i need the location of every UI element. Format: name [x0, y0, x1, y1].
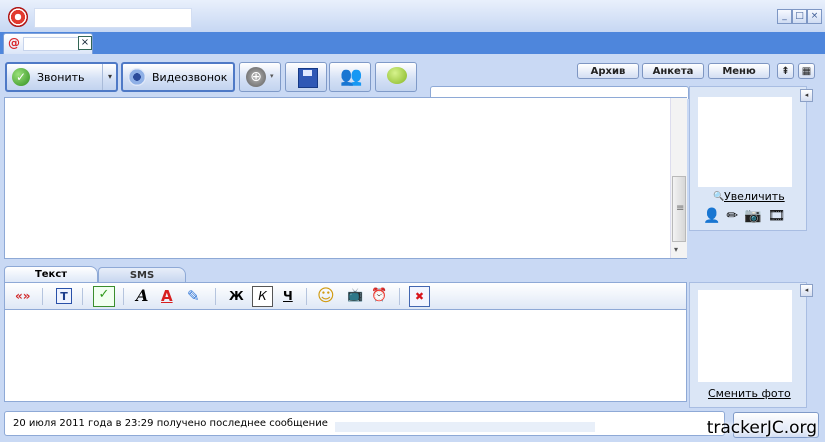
collapse-photo-panel-icon[interactable]: ◂ — [800, 284, 813, 297]
close-tab-icon[interactable]: × — [78, 36, 92, 50]
spellcheck-icon[interactable]: ✓ — [93, 286, 115, 307]
format-toolbar: «» T ✓ A A ✎ Ж К Ч ☺ 📺 ⏰ ✖ — [4, 282, 687, 310]
contact-tab[interactable]: @ × — [3, 33, 93, 54]
users-icon: 👥 — [340, 66, 363, 87]
status-bar: 20 июля 2011 года в 23:29 получено после… — [4, 411, 725, 436]
alarm-clock-icon[interactable]: ⏰ — [371, 288, 387, 304]
translit-icon[interactable]: T — [56, 288, 72, 304]
close-window-button[interactable]: × — [807, 9, 822, 24]
save-history-button[interactable] — [285, 62, 327, 92]
highlight-icon[interactable]: ✎ — [187, 288, 200, 304]
contact-avatar — [698, 97, 792, 187]
status-globe-button[interactable]: ⊕ ▾ — [239, 62, 281, 92]
italic-button[interactable]: К — [252, 286, 273, 307]
toolbar-divider — [42, 288, 43, 305]
font-face-icon[interactable]: A — [136, 288, 148, 304]
toolbar-divider — [82, 288, 83, 305]
change-photo-link[interactable]: Сменить фото — [708, 387, 791, 400]
video-call-label: Видеозвонок — [152, 71, 228, 84]
profile-button[interactable]: Анкета — [642, 63, 704, 79]
chevron-down-icon: ▾ — [270, 72, 274, 80]
phone-check-icon: ✓ — [12, 68, 30, 86]
call-label: Звонить — [37, 71, 85, 84]
toolbar-divider — [215, 288, 216, 305]
scroll-grip-icon: ≡ — [676, 203, 685, 214]
call-dropdown-icon[interactable]: ▾ — [102, 64, 117, 90]
tab-sms[interactable]: SMS — [98, 267, 186, 283]
collapse-avatar-panel-icon[interactable]: ◂ — [800, 89, 813, 102]
underline-button[interactable]: Ч — [283, 288, 293, 304]
tv-icon[interactable]: 📺 — [347, 288, 363, 304]
archive-button[interactable]: Архив — [577, 63, 639, 79]
status-field — [335, 422, 595, 432]
layout-grid-button[interactable]: ▦ — [798, 63, 815, 79]
toolbar-divider — [306, 288, 307, 305]
tab-text[interactable]: Текст — [4, 266, 98, 283]
video-call-button[interactable]: Видеозвонок — [121, 62, 235, 92]
chat-bubble-button[interactable] — [375, 62, 417, 92]
contact-tab-strip — [0, 32, 825, 54]
contacts-button[interactable]: 👥 — [329, 62, 371, 92]
smiley-icon[interactable]: ☺ — [317, 288, 335, 305]
bold-button[interactable]: Ж — [229, 288, 244, 304]
maximize-button[interactable]: □ — [792, 9, 807, 24]
pin-window-button[interactable]: ⇞ — [777, 63, 794, 79]
watermark: trackerJC.org — [706, 418, 817, 438]
message-history[interactable] — [4, 97, 687, 259]
last-message-status: 20 июля 2011 года в 23:29 получено после… — [13, 418, 328, 429]
scroll-down-icon[interactable]: ▾ — [674, 245, 678, 254]
window-title — [34, 8, 192, 28]
minimize-button[interactable]: _ — [777, 9, 792, 24]
webcam-icon — [128, 68, 146, 86]
chat-bubble-icon — [387, 67, 407, 84]
at-icon: @ — [8, 36, 20, 50]
enlarge-avatar-link[interactable]: Увеличить — [724, 190, 785, 203]
my-photo — [698, 290, 792, 382]
contact-action-icons[interactable]: 👤✏📷🎞 — [703, 208, 791, 224]
font-color-icon[interactable]: A — [161, 288, 173, 304]
message-input[interactable] — [4, 310, 687, 402]
globe-icon: ⊕ — [246, 67, 266, 87]
magnifier-icon: 🔍 — [713, 192, 725, 202]
contact-tab-name — [23, 37, 80, 51]
menu-button[interactable]: Меню — [708, 63, 770, 79]
toolbar-divider — [399, 288, 400, 305]
quote-icon[interactable]: «» — [15, 288, 31, 304]
app-logo-icon — [8, 7, 28, 27]
clear-input-icon[interactable]: ✖ — [409, 286, 430, 307]
call-button[interactable]: ✓ Звонить ▾ — [5, 62, 118, 92]
toolbar-divider — [123, 288, 124, 305]
floppy-disk-icon — [298, 68, 318, 88]
